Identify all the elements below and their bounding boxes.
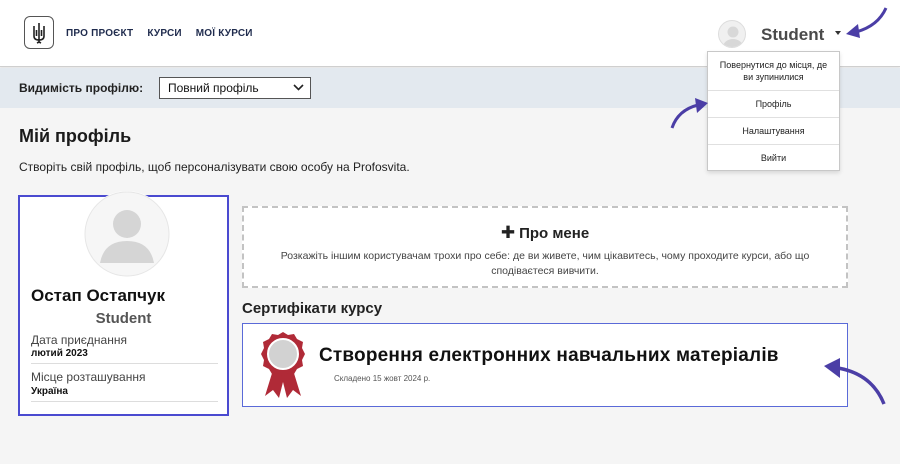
chevron-down-icon <box>293 81 304 96</box>
visibility-select[interactable]: Повний профіль <box>159 77 311 99</box>
location-label: Місце розташування <box>31 370 146 384</box>
visibility-label: Видимість профілю: <box>19 81 144 95</box>
certificate-title[interactable]: Створення електронних навчальних матеріа… <box>319 345 779 367</box>
nav-about-project[interactable]: ПРО ПРОЄКТ <box>66 28 133 39</box>
user-dropdown-menu: Повернутися до місця, де ви зупинилися П… <box>707 51 840 171</box>
certificate-date: Складено 15 жовт 2024 р. <box>334 374 431 383</box>
about-me-title-text: Про мене <box>519 225 590 242</box>
trident-logo-icon[interactable] <box>24 16 54 49</box>
certificates-heading: Сертифікати курсу <box>242 300 383 317</box>
about-me-hint: Розкажіть іншим користувачам трохи про с… <box>280 250 810 277</box>
about-me-title: ✚ Про мене <box>244 223 846 243</box>
page-title: Мій профіль <box>19 126 132 146</box>
certificate-card[interactable]: Створення електронних навчальних матеріа… <box>242 323 848 407</box>
menu-item-settings[interactable]: Налаштування <box>708 118 839 145</box>
profile-card: Остап Остапчук Student Дата приєднання л… <box>18 191 229 416</box>
menu-item-profile[interactable]: Профіль <box>708 91 839 118</box>
join-date-value: лютий 2023 <box>31 348 88 359</box>
annotation-arrow-icon <box>824 358 886 405</box>
about-me-box[interactable]: ✚ Про мене Розкажіть іншим користувачам т… <box>242 206 848 288</box>
nav-courses[interactable]: КУРСИ <box>147 28 181 39</box>
divider <box>31 363 218 364</box>
profile-full-name: Остап Остапчук <box>31 286 166 305</box>
profile-avatar[interactable] <box>84 191 170 277</box>
profile-username: Student <box>95 310 152 327</box>
divider <box>31 401 218 402</box>
main-nav: ПРО ПРОЄКТ КУРСИ МОЇ КУРСИ <box>66 28 253 39</box>
annotation-arrow-icon <box>846 7 888 38</box>
user-avatar[interactable] <box>718 20 746 48</box>
annotation-arrow-icon <box>670 98 708 129</box>
page-subtitle: Створіть свій профіль, щоб персоналізува… <box>19 160 410 174</box>
join-date-label: Дата приєднання <box>31 333 127 347</box>
menu-item-logout[interactable]: Вийти <box>708 145 839 171</box>
user-name-toggle[interactable]: Student <box>761 25 824 45</box>
menu-item-resume[interactable]: Повернутися до місця, де ви зупинилися <box>708 52 839 91</box>
plus-icon: ✚ <box>500 223 516 242</box>
certificate-badge-icon <box>259 330 307 400</box>
nav-my-courses[interactable]: МОЇ КУРСИ <box>196 28 253 39</box>
visibility-selected-value: Повний профіль <box>168 81 259 95</box>
location-value: Україна <box>31 386 68 397</box>
